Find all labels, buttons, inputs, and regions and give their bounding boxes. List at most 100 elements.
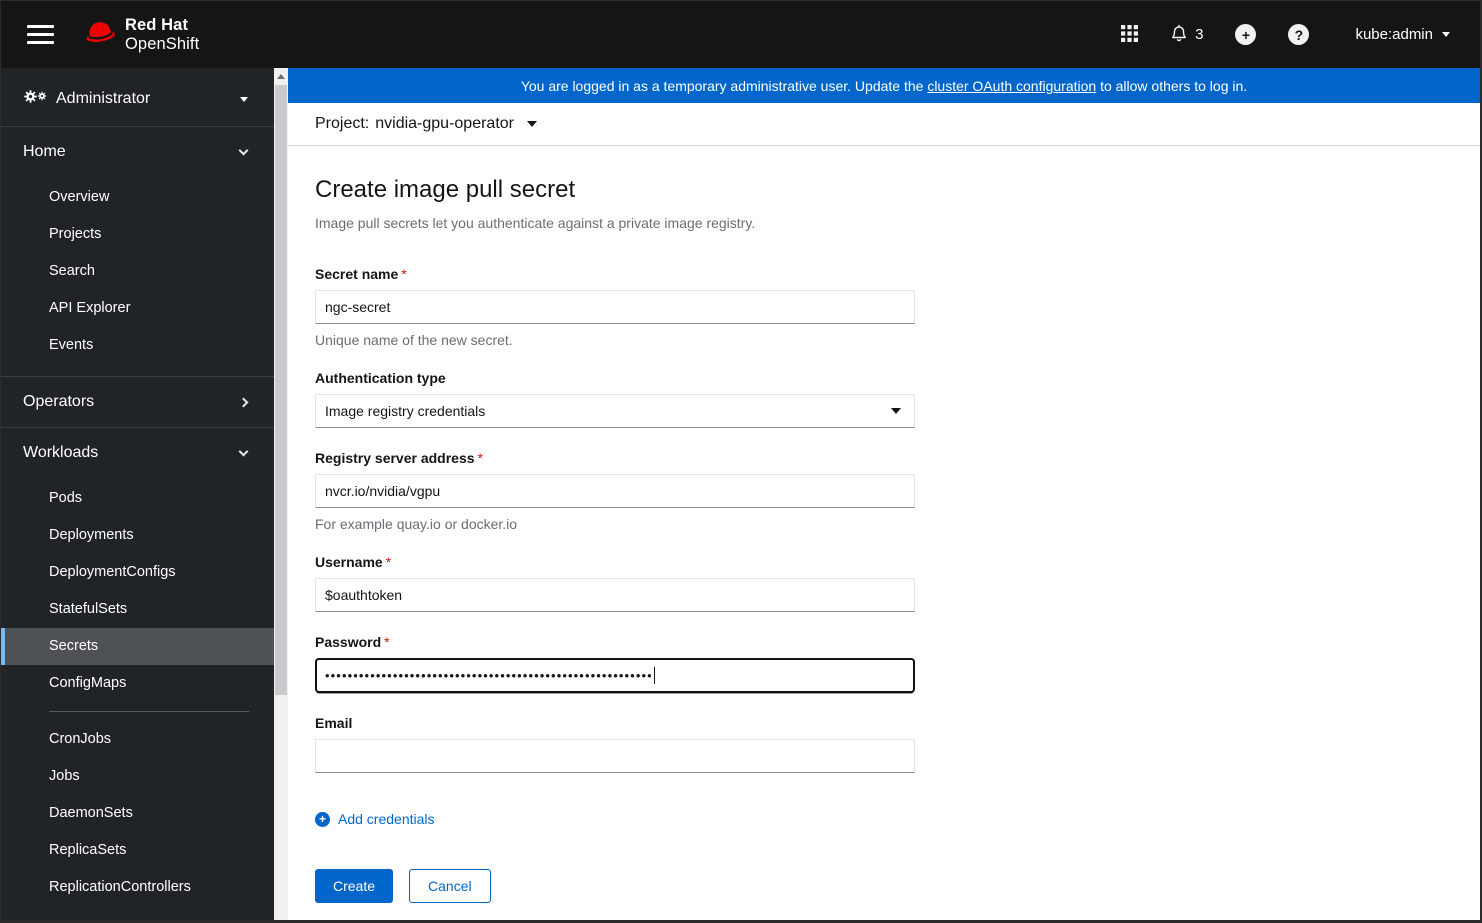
sidebar-nav: Administrator Home Overview Projects Sea… bbox=[1, 68, 274, 920]
registry-address-helper: For example quay.io or docker.io bbox=[315, 516, 518, 532]
secret-name-input[interactable] bbox=[315, 290, 915, 324]
form-actions: Create Cancel bbox=[315, 869, 915, 903]
brand-logo[interactable]: Red Hat OpenShift bbox=[82, 16, 199, 54]
secret-name-group: Secret name* Unique name of the new secr… bbox=[315, 266, 915, 348]
brand-line-1: Red Hat bbox=[125, 15, 189, 34]
username-label: Username * bbox=[315, 554, 392, 570]
email-group: Email bbox=[315, 715, 915, 773]
sidebar-item-cronjobs[interactable]: CronJobs bbox=[1, 721, 274, 758]
caret-down-icon bbox=[1442, 32, 1450, 37]
sidebar-item-replicasets[interactable]: ReplicaSets bbox=[1, 832, 274, 869]
scroll-up-arrow-icon bbox=[277, 73, 285, 79]
image-pull-secret-form: Secret name* Unique name of the new secr… bbox=[315, 266, 915, 903]
auth-type-select[interactable]: Image registry credentials bbox=[315, 394, 915, 428]
masthead: Red Hat OpenShift 3 + ? kube:admin bbox=[1, 1, 1480, 68]
question-circle-icon: ? bbox=[1288, 24, 1310, 45]
sidebar-item-pods[interactable]: Pods bbox=[1, 480, 274, 517]
main-content: You are logged in as a temporary adminis… bbox=[288, 68, 1480, 920]
project-bar: Project: nvidia-gpu-operator bbox=[288, 103, 1480, 146]
project-selector[interactable]: Project: nvidia-gpu-operator bbox=[315, 115, 537, 133]
masthead-toolbar: 3 + ? kube:admin bbox=[1105, 24, 1456, 46]
app-launcher-button[interactable] bbox=[1121, 24, 1139, 45]
help-button[interactable]: ? bbox=[1288, 24, 1310, 45]
sidebar-scrollbar[interactable] bbox=[274, 68, 288, 920]
plus-circle-icon: + bbox=[1235, 24, 1257, 45]
sidebar-item-secrets[interactable]: Secrets bbox=[1, 628, 274, 665]
scrollbar-up-button[interactable] bbox=[274, 68, 288, 84]
sidebar-item-overview[interactable]: Overview bbox=[1, 179, 274, 216]
nav-section-operators-label: Operators bbox=[23, 393, 95, 410]
temporary-admin-banner: You are logged in as a temporary adminis… bbox=[288, 68, 1480, 103]
sidebar-item-projects[interactable]: Projects bbox=[1, 216, 274, 253]
create-secret-page: Create image pull secret Image pull secr… bbox=[288, 146, 1480, 903]
required-asterisk: * bbox=[385, 554, 392, 570]
perspective-label: Administrator bbox=[56, 90, 151, 107]
nav-section-workloads[interactable]: Workloads bbox=[1, 428, 274, 478]
auth-type-selected-value: Image registry credentials bbox=[325, 403, 486, 419]
registry-address-label: Registry server address * bbox=[315, 450, 483, 466]
password-group: Password * ••••••••••••••••••••••••••••••… bbox=[315, 634, 915, 693]
plus-circle-icon: + bbox=[315, 811, 330, 827]
nav-section-home[interactable]: Home bbox=[1, 127, 274, 177]
password-label: Password * bbox=[315, 634, 390, 650]
required-asterisk: * bbox=[477, 450, 483, 466]
grid-icon bbox=[1121, 24, 1139, 45]
divider bbox=[49, 711, 249, 712]
user-menu-label: kube:admin bbox=[1355, 26, 1433, 43]
sidebar-item-deployments[interactable]: Deployments bbox=[1, 517, 274, 554]
add-credentials-button[interactable]: + Add credentials bbox=[315, 811, 435, 827]
hamburger-icon bbox=[27, 25, 54, 28]
perspective-switcher[interactable]: Administrator bbox=[1, 68, 274, 126]
sidebar-item-statefulsets[interactable]: StatefulSets bbox=[1, 591, 274, 628]
secret-name-label: Secret name * bbox=[315, 266, 407, 282]
sidebar-item-search[interactable]: Search bbox=[1, 253, 274, 290]
auth-type-group: Authentication type Image registry crede… bbox=[315, 370, 915, 428]
required-asterisk: * bbox=[384, 634, 390, 650]
sidebar-item-replicationcontrollers[interactable]: ReplicationControllers bbox=[1, 869, 274, 906]
username-input[interactable] bbox=[315, 578, 915, 612]
project-value: nvidia-gpu-operator bbox=[375, 115, 514, 132]
nav-toggle-button[interactable] bbox=[21, 17, 60, 52]
notification-count-badge: 3 bbox=[1195, 26, 1204, 43]
sidebar-item-daemonsets[interactable]: DaemonSets bbox=[1, 795, 274, 832]
page-description: Image pull secrets let you authenticate … bbox=[315, 215, 756, 231]
required-asterisk: * bbox=[401, 266, 407, 282]
create-button[interactable]: Create bbox=[315, 869, 394, 903]
workloads-nav-list: Pods Deployments DeploymentConfigs State… bbox=[1, 480, 274, 906]
registry-address-input[interactable] bbox=[315, 474, 915, 508]
sidebar-item-api-explorer[interactable]: API Explorer bbox=[1, 290, 274, 327]
secret-name-helper: Unique name of the new secret. bbox=[315, 332, 513, 348]
registry-address-group: Registry server address* For example qua… bbox=[315, 450, 915, 532]
chevron-right-icon bbox=[238, 397, 249, 407]
quick-create-button[interactable]: + bbox=[1235, 24, 1257, 45]
sidebar-item-jobs[interactable]: Jobs bbox=[1, 758, 274, 795]
username-group: Username * bbox=[315, 554, 915, 612]
nav-section-operators[interactable]: Operators bbox=[1, 377, 274, 427]
caret-down-icon bbox=[891, 408, 901, 414]
user-menu[interactable]: kube:admin bbox=[1349, 25, 1456, 44]
notifications-button[interactable]: 3 bbox=[1170, 24, 1203, 46]
chevron-down-icon bbox=[238, 446, 249, 456]
cluster-oauth-configuration-link[interactable]: cluster OAuth configuration bbox=[927, 78, 1096, 94]
caret-down-icon bbox=[240, 96, 248, 102]
brand-line-2: OpenShift bbox=[125, 34, 200, 53]
text-cursor bbox=[653, 667, 656, 684]
nav-section-home-label: Home bbox=[23, 143, 66, 160]
cogs-icon bbox=[23, 89, 47, 109]
scrollbar-thumb[interactable] bbox=[275, 85, 287, 695]
sidebar-item-deploymentconfigs[interactable]: DeploymentConfigs bbox=[1, 554, 274, 591]
brand-name: Red Hat OpenShift bbox=[125, 16, 199, 54]
banner-text-after: to allow others to log in. bbox=[1096, 77, 1248, 94]
sidebar-item-events[interactable]: Events bbox=[1, 327, 274, 364]
password-masked-value: ••••••••••••••••••••••••••••••••••••••••… bbox=[325, 670, 653, 681]
password-input[interactable]: ••••••••••••••••••••••••••••••••••••••••… bbox=[315, 658, 915, 693]
add-credentials-label: Add credentials bbox=[338, 811, 435, 827]
chevron-down-icon bbox=[238, 145, 249, 155]
cancel-button[interactable]: Cancel bbox=[409, 869, 491, 903]
openshift-console-window: Red Hat OpenShift 3 + ? kube:admin Admin… bbox=[0, 0, 1482, 923]
banner-text-before: You are logged in as a temporary adminis… bbox=[520, 77, 928, 94]
nav-section-workloads-label: Workloads bbox=[23, 444, 99, 461]
sidebar-item-configmaps[interactable]: ConfigMaps bbox=[1, 665, 274, 702]
email-input[interactable] bbox=[315, 739, 915, 773]
caret-down-icon bbox=[527, 121, 537, 127]
